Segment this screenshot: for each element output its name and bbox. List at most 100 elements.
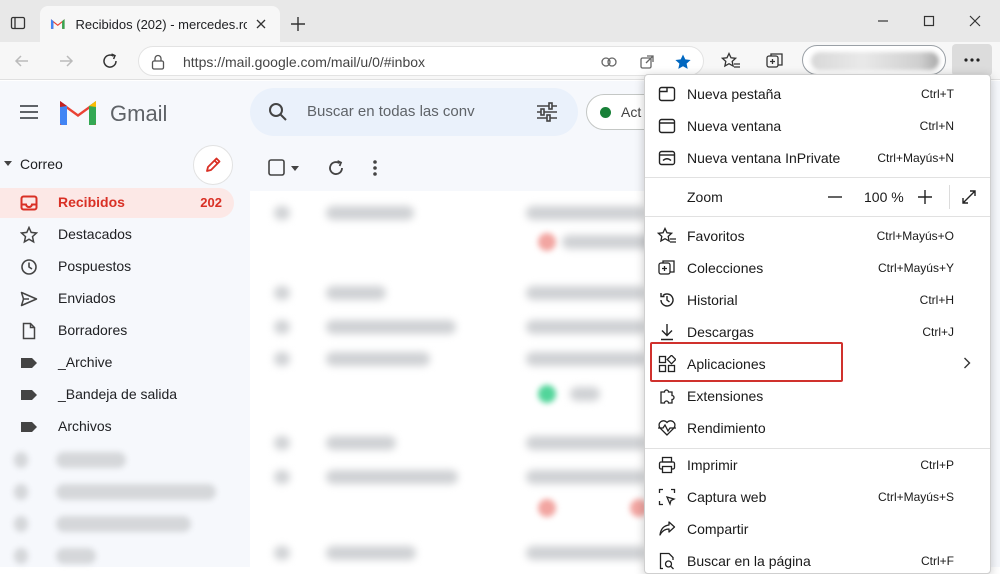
read-aloud-button[interactable]	[599, 52, 619, 72]
mail-search-bar[interactable]: Buscar en todas las conv	[250, 88, 578, 136]
zoom-out-button[interactable]	[825, 187, 845, 207]
menu-item-rendimiento[interactable]: Rendimiento	[645, 412, 990, 444]
search-input[interactable]: Buscar en todas las conv	[307, 103, 483, 120]
list-item[interactable]	[250, 311, 650, 343]
menu-item-historial[interactable]: Historial Ctrl+H	[645, 284, 990, 316]
more-vertical-icon[interactable]	[372, 159, 378, 177]
profile-button[interactable]	[802, 45, 946, 75]
minimize-icon	[878, 20, 888, 22]
compose-button[interactable]	[193, 145, 233, 185]
label-icon	[20, 418, 38, 436]
menu-item-shortcut: Ctrl+J	[922, 325, 954, 339]
reload-icon	[103, 53, 117, 68]
aplicaciones-highlight-box	[650, 342, 843, 382]
sidebar-item-label: _Archive	[58, 354, 113, 370]
menu-item-extensiones[interactable]: Extensiones	[645, 380, 990, 412]
printer-icon	[657, 456, 677, 474]
list-item[interactable]	[250, 461, 650, 493]
menu-item-label: Rendimiento	[687, 420, 766, 436]
blurred-row-part	[274, 546, 290, 560]
fullscreen-button[interactable]	[959, 187, 979, 207]
menu-item-label: Extensiones	[687, 388, 764, 404]
sidebar-item-label: Destacados	[58, 226, 132, 242]
collections-button[interactable]	[764, 50, 786, 72]
blurred-row-part	[526, 436, 646, 450]
sidebar-item-recibidos[interactable]: Recibidos 202	[0, 188, 234, 218]
gmail-logo-icon[interactable]	[58, 97, 98, 127]
menu-item-favoritos[interactable]: Favoritos Ctrl+Mayús+O	[645, 220, 990, 252]
menu-item-nueva-pestana[interactable]: Nueva pestaña Ctrl+T	[645, 78, 990, 110]
search-icon[interactable]	[268, 102, 288, 122]
list-item[interactable]	[250, 277, 650, 309]
menu-item-label: Colecciones	[687, 260, 764, 276]
browser-tab[interactable]: Recibidos (202) - mercedes.rome	[40, 6, 280, 42]
forward-button[interactable]	[51, 46, 81, 76]
sidebar-item-label: Recibidos	[58, 194, 125, 210]
blurred-row-part	[538, 499, 556, 517]
list-item[interactable]	[250, 427, 650, 459]
reload-button[interactable]	[95, 46, 125, 76]
sidebar-item-borradores[interactable]: Borradores	[0, 316, 234, 346]
blurred-label-icon	[14, 516, 28, 532]
main-menu-button[interactable]	[18, 101, 40, 123]
minimize-button[interactable]	[860, 6, 906, 36]
list-item[interactable]	[250, 377, 650, 409]
list-item[interactable]	[250, 225, 650, 257]
sidebar-item-label: Pospuestos	[58, 258, 132, 274]
external-link-icon	[640, 55, 654, 69]
arrow-right-icon	[60, 55, 74, 67]
close-icon	[969, 15, 981, 27]
favorites-star-icon	[657, 227, 677, 245]
list-item[interactable]	[250, 537, 650, 567]
collections-icon	[766, 53, 783, 68]
menu-item-colecciones[interactable]: Colecciones Ctrl+Mayús+Y	[645, 252, 990, 284]
blurred-row-part	[274, 206, 290, 220]
chain-link-icon	[601, 57, 617, 67]
menu-item-buscar-pagina[interactable]: Buscar en la página Ctrl+F	[645, 545, 990, 573]
clock-icon	[20, 258, 38, 276]
list-item[interactable]	[250, 343, 650, 375]
url-text: https://mail.google.com/mail/u/0/#inbox	[183, 54, 426, 70]
menu-item-nueva-ventana[interactable]: Nueva ventana Ctrl+N	[645, 110, 990, 142]
blurred-row-part	[526, 320, 646, 334]
menu-item-label: Historial	[687, 292, 738, 308]
pencil-icon	[206, 157, 221, 172]
select-checkbox-icon[interactable]	[268, 159, 300, 177]
close-window-button[interactable]	[952, 6, 998, 36]
back-button[interactable]	[7, 46, 37, 76]
menu-item-shortcut: Ctrl+H	[919, 293, 954, 307]
history-icon	[657, 291, 677, 309]
settings-and-more-button[interactable]	[952, 44, 992, 76]
sidebar-item-archivos[interactable]: Archivos	[0, 412, 234, 442]
sidebar-item-destacados[interactable]: Destacados	[0, 220, 234, 250]
menu-item-captura-web[interactable]: Captura web Ctrl+Mayús+S	[645, 481, 990, 513]
favorites-button[interactable]	[720, 50, 742, 72]
menu-item-label: Descargas	[687, 324, 754, 340]
refresh-icon[interactable]	[327, 159, 345, 177]
maximize-button[interactable]	[906, 6, 952, 36]
sidebar-item-pospuestos[interactable]: Pospuestos	[0, 252, 234, 282]
blurred-label	[56, 452, 126, 468]
download-icon	[657, 323, 677, 341]
menu-item-inprivate[interactable]: Nueva ventana InPrivate Ctrl+Mayús+N	[645, 142, 990, 174]
menu-item-shortcut: Ctrl+T	[921, 87, 954, 101]
sidebar-item-bandeja-salida[interactable]: _Bandeja de salida	[0, 380, 234, 410]
menu-item-shortcut: Ctrl+N	[919, 119, 954, 133]
tab-title: Recibidos (202) - mercedes.rome	[75, 16, 247, 32]
tab-close-button[interactable]	[253, 15, 270, 33]
address-bar[interactable]: https://mail.google.com/mail/u/0/#inbox	[138, 46, 704, 76]
sidebar-item-enviados[interactable]: Enviados	[0, 284, 234, 314]
open-in-app-button[interactable]	[637, 52, 657, 72]
filter-options-icon[interactable]	[536, 102, 558, 122]
sidebar-item-archive[interactable]: _Archive	[0, 348, 234, 378]
blurred-row-part	[570, 387, 600, 401]
menu-item-shortcut: Ctrl+P	[920, 458, 954, 472]
menu-item-compartir[interactable]: Compartir	[645, 513, 990, 545]
sidebar-item-label: Enviados	[58, 290, 116, 306]
zoom-in-button[interactable]	[915, 187, 935, 207]
menu-item-imprimir[interactable]: Imprimir Ctrl+P	[645, 449, 990, 481]
list-item[interactable]	[250, 491, 650, 523]
favorite-button[interactable]	[673, 52, 693, 72]
tab-actions-button[interactable]	[4, 9, 32, 37]
new-tab-button[interactable]	[286, 12, 310, 36]
